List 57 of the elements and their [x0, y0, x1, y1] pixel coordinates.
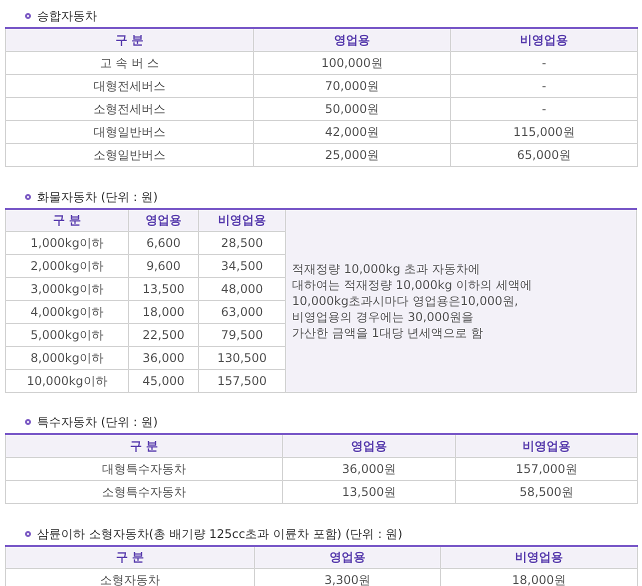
table-cell: 4,000kg이하 [6, 300, 128, 324]
table-cell: 13,500 [128, 278, 198, 300]
column-header: 영업용 [282, 434, 456, 457]
section-title: 승합자동차 [37, 8, 97, 25]
column-header: 비영업용 [440, 546, 638, 568]
table-cell: 45,000 [128, 370, 198, 392]
note-text: 적재정량 10,000kg 초과 자동차에 대하여는 적재정량 10,000kg 이하의 세액에 10,000kg초과시마다 영업용은10,000원, 비영업용의 경우에는 30,000원을 가산한 금액을 1대당 년세액으로 함 [286, 208, 636, 392]
table-cell: 42,000원 [254, 120, 450, 143]
table-cell: 157,000원 [456, 457, 638, 480]
table-cell: 65,000원 [450, 143, 638, 166]
table-cell: 1,000kg이하 [6, 232, 128, 254]
section-title: 삼륜이하 소형자동차(총 배기량 125cc초과 이륜차 포함) (단위 : 원) [37, 526, 402, 542]
table-cell: 대형전세버스 [6, 74, 254, 97]
column-header: 구 분 [6, 434, 282, 457]
table-cell: 100,000원 [254, 51, 450, 74]
table-cell: 2,000kg이하 [6, 254, 128, 278]
table-cell: 36,000 [128, 346, 198, 370]
column-header: 비영업용 [450, 28, 638, 51]
table-cell: 소형일반버스 [6, 143, 254, 166]
column-header: 구 분 [6, 546, 254, 568]
table-cell: 58,500원 [456, 480, 638, 503]
table-cell: 고 속 버 스 [6, 51, 254, 74]
column-header: 구 분 [6, 208, 128, 232]
bullet-icon [25, 13, 31, 19]
table-cell: 10,000kg이하 [6, 370, 128, 392]
column-header: 구 분 [6, 28, 254, 51]
section-title: 화물자동차 (단위 : 원) [37, 188, 158, 206]
bullet-icon [25, 419, 31, 425]
section-title: 특수자동차 (단위 : 원) [37, 414, 158, 431]
column-header: 영업용 [128, 208, 198, 232]
column-header: 영업용 [254, 28, 450, 51]
table-cell: 소형전세버스 [6, 97, 254, 120]
table-cell: - [450, 97, 638, 120]
table-cell: - [450, 74, 638, 97]
table-cell: 소형자동차 [6, 568, 254, 586]
table-cell: 대형특수자동차 [6, 457, 282, 480]
table-cell: 13,500원 [282, 480, 456, 503]
table-cell: 115,000원 [450, 120, 638, 143]
column-header: 비영업용 [456, 434, 638, 457]
table-cell: 70,000원 [254, 74, 450, 97]
table-cell: 22,500 [128, 324, 198, 346]
table-cell: 대형일반버스 [6, 120, 254, 143]
table-cell: 25,000원 [254, 143, 450, 166]
bullet-icon [25, 194, 31, 200]
table-cell: 6,600 [128, 232, 198, 254]
column-header: 영업용 [254, 546, 440, 568]
table-cell: 3,000kg이하 [6, 278, 128, 300]
table-cell: 50,000원 [254, 97, 450, 120]
table-cell: 8,000kg이하 [6, 346, 128, 370]
table-cell: 36,000원 [282, 457, 456, 480]
bullet-icon [25, 530, 31, 536]
column-header: 비영업용 [198, 208, 286, 232]
table-cell: 18,000 [128, 300, 198, 324]
table-cell: - [450, 51, 638, 74]
table-cell: 5,000kg이하 [6, 324, 128, 346]
table-cell: 9,600 [128, 254, 198, 278]
table-cell: 소형특수자동차 [6, 480, 282, 503]
